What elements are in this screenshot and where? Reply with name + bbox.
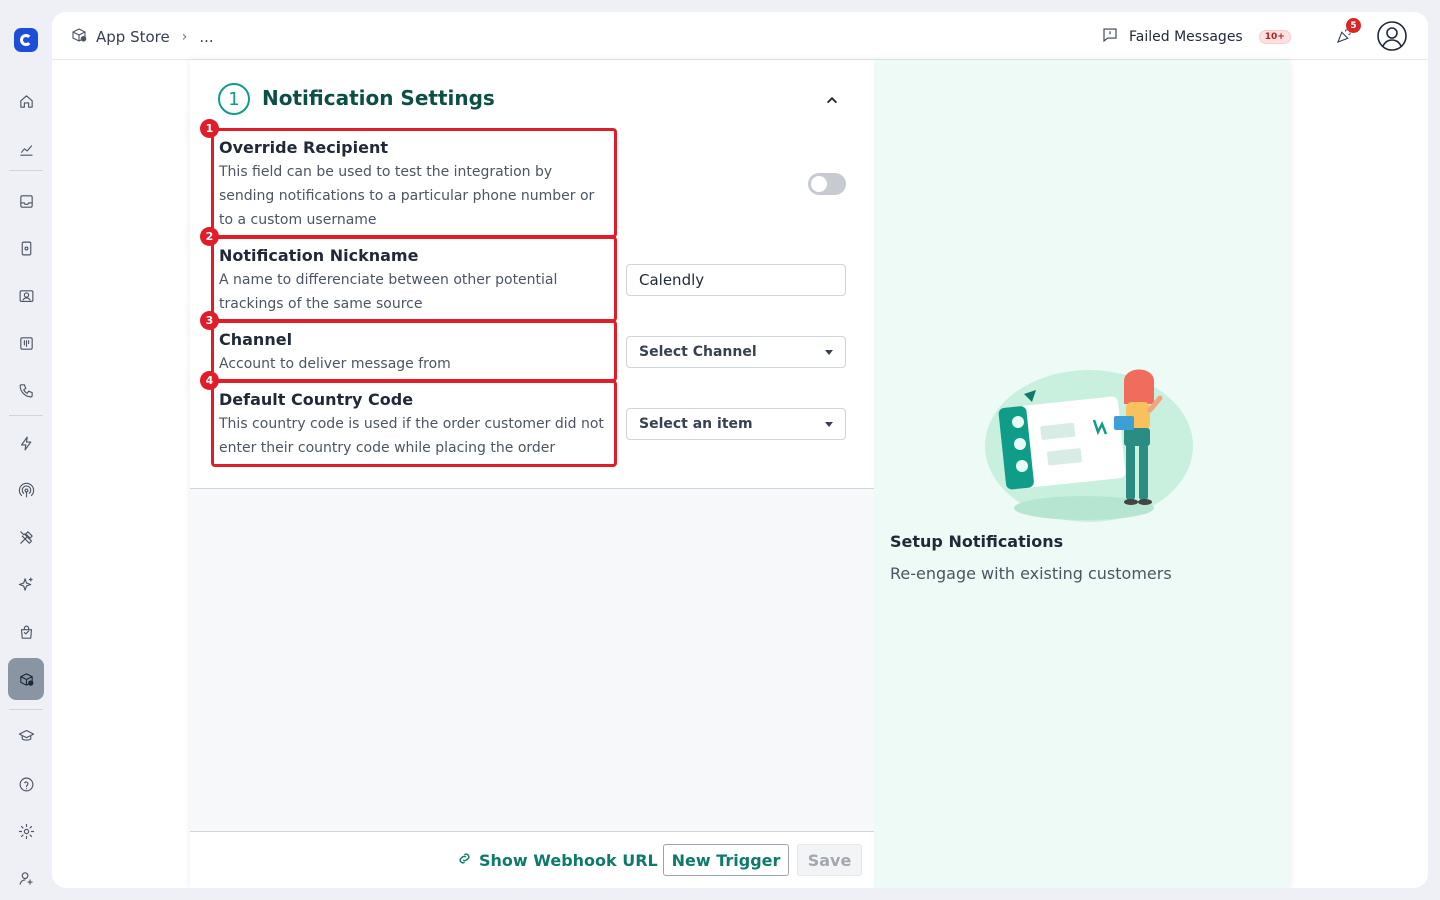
app-store-icon: [70, 26, 88, 48]
failed-messages-label: Failed Messages: [1129, 29, 1243, 45]
field-description: A name to differenciate between other po…: [219, 272, 558, 312]
default-country-code-field: Default Country Code This country code i…: [211, 380, 617, 467]
help-icon[interactable]: [14, 772, 38, 796]
field-label: Channel: [219, 330, 293, 349]
top-bar: App Store › ... Failed Messages 10+ 5: [52, 12, 1428, 60]
app-store-icon[interactable]: [14, 667, 38, 691]
promo-pane: Setup Notifications Re-engage with exist…: [874, 60, 1290, 888]
link-icon: [456, 850, 473, 871]
shopping-bag-icon[interactable]: [14, 620, 38, 644]
show-webhook-url-link[interactable]: Show Webhook URL: [456, 850, 658, 871]
breadcrumb-current: ...: [199, 28, 214, 46]
rail-divider: [9, 709, 43, 710]
field-label: Notification Nickname: [219, 246, 419, 265]
override-recipient-toggle[interactable]: [808, 173, 846, 195]
notification-nickname-input[interactable]: Calendly: [626, 264, 846, 296]
field-description: This country code is used if the order c…: [219, 416, 604, 456]
message-alert-icon: [1101, 26, 1119, 48]
left-nav-rail: [0, 0, 52, 900]
channel-field: Channel Account to deliver message from: [211, 320, 617, 382]
inbox-icon[interactable]: [14, 189, 38, 213]
breadcrumb: App Store › ...: [70, 26, 214, 48]
caret-down-icon: [825, 349, 833, 355]
settings-icon[interactable]: [14, 819, 38, 843]
integration-panel: 1 Notification Settings Override Recipie…: [190, 60, 1290, 888]
action-footer: Show Webhook URL New Trigger Save: [190, 831, 874, 888]
settings-pane: 1 Notification Settings Override Recipie…: [190, 60, 874, 888]
field-label: Override Recipient: [219, 138, 388, 157]
phone-icon[interactable]: [14, 378, 38, 402]
channel-select[interactable]: Select Channel: [626, 336, 846, 368]
home-icon[interactable]: [14, 89, 38, 113]
annotation-marker: 1: [200, 119, 219, 138]
annotation-marker: 4: [200, 371, 219, 390]
setup-notifications-illustration: [974, 358, 1194, 524]
field-description: Account to deliver message from: [219, 356, 451, 372]
save-button[interactable]: Save: [797, 844, 862, 876]
bolt-icon[interactable]: [14, 431, 38, 455]
chevron-right-icon: ›: [181, 29, 188, 45]
toggle-knob: [811, 176, 827, 192]
rail-divider: [9, 170, 43, 171]
failed-messages-button[interactable]: Failed Messages 10+: [1101, 26, 1291, 48]
graduation-cap-icon[interactable]: [14, 723, 38, 747]
brand-logo[interactable]: [14, 28, 38, 52]
override-recipient-field: Override Recipient This field can be use…: [211, 128, 617, 238]
chevron-up-icon[interactable]: [822, 90, 842, 110]
promo-title: Setup Notifications: [890, 532, 1064, 551]
select-value: Select an item: [639, 416, 753, 432]
field-label: Default Country Code: [219, 390, 414, 409]
announcements-count-badge: 5: [1346, 18, 1361, 33]
user-avatar-icon[interactable]: [1376, 20, 1408, 52]
broadcast-icon[interactable]: [14, 478, 38, 502]
failed-messages-badge: 10+: [1258, 30, 1291, 44]
annotation-marker: 3: [200, 311, 219, 330]
user-settings-icon[interactable]: [14, 866, 38, 890]
rail-divider: [9, 415, 43, 416]
mobile-icon[interactable]: [14, 236, 38, 260]
tools-icon[interactable]: [14, 525, 38, 549]
notification-nickname-field: Notification Nickname A name to differen…: [211, 236, 617, 322]
country-code-select[interactable]: Select an item: [626, 408, 846, 440]
step-number: 1: [218, 83, 250, 115]
caret-down-icon: [825, 421, 833, 427]
new-trigger-button[interactable]: New Trigger: [663, 844, 789, 876]
annotation-marker: 2: [200, 227, 219, 246]
field-description: This field can be used to test the integ…: [219, 164, 595, 228]
notification-settings-card: 1 Notification Settings Override Recipie…: [190, 60, 874, 489]
section-title: Notification Settings: [262, 86, 495, 110]
promo-subtitle: Re-engage with existing customers: [890, 564, 1172, 583]
contacts-icon[interactable]: [14, 284, 38, 308]
sparkle-icon[interactable]: [14, 572, 38, 596]
webhook-label: Show Webhook URL: [479, 851, 658, 870]
select-value: Select Channel: [639, 344, 757, 360]
breadcrumb-root[interactable]: App Store: [96, 28, 170, 46]
analytics-icon[interactable]: [14, 137, 38, 161]
board-icon[interactable]: [14, 331, 38, 355]
main-container: App Store › ... Failed Messages 10+ 5 1 …: [52, 12, 1428, 888]
